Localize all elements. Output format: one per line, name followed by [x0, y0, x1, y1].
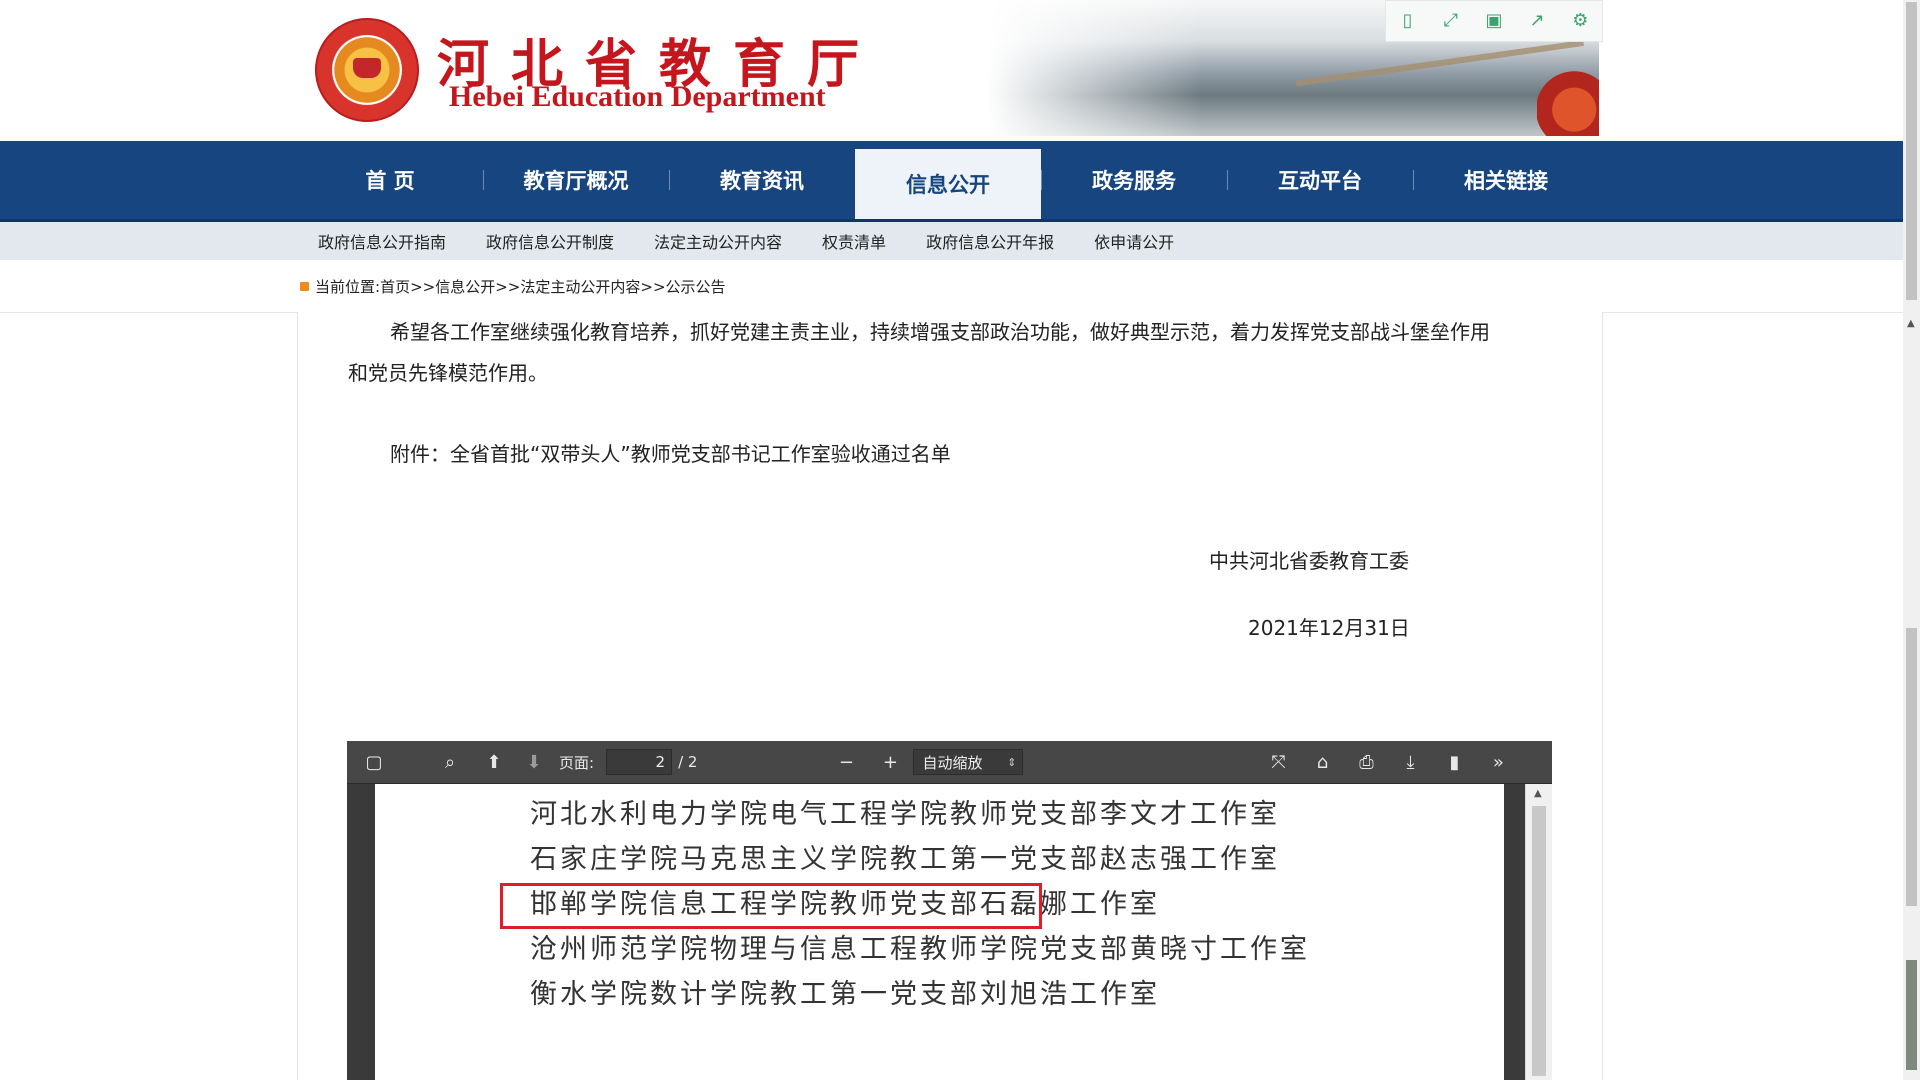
pdf-toolbar: ▢ ⌕ ⬆ ⬇ 页面: / 2 − + 自动缩放 ⤧ ⌂ ⎙ ⤓ ▮ »: [347, 741, 1552, 784]
breadcrumb-separator: >>: [640, 277, 666, 296]
breadcrumb-info-disclosure[interactable]: 信息公开: [435, 276, 495, 297]
breadcrumb-home[interactable]: 首页: [380, 276, 410, 297]
pdf-page: 河北水利电力学院电气工程学院教师党支部李文才工作室 石家庄学院马克思主义学院教工…: [375, 784, 1504, 1080]
previous-page-icon[interactable]: ⬆: [479, 748, 509, 776]
scroll-up-icon[interactable]: ▲: [1534, 788, 1542, 799]
nav-home[interactable]: 首 页: [297, 141, 483, 219]
article-content: 希望各工作室继续强化教育培养，抓好党建主责主业，持续增强支部政治功能，做好典型示…: [297, 312, 1603, 1080]
breadcrumb-statutory[interactable]: 法定主动公开内容: [520, 276, 640, 297]
sidebar-toggle-icon[interactable]: ▢: [359, 748, 389, 776]
article-paragraph-cont: 和党员先锋模范作用。: [348, 353, 1548, 394]
banner-foliage-decoration: [1537, 70, 1599, 136]
subnav-on-request[interactable]: 依申请公开: [1094, 229, 1174, 253]
tablet-icon[interactable]: ▯: [1397, 10, 1419, 32]
share-icon[interactable]: ↗: [1526, 10, 1548, 32]
page-total: / 2: [678, 753, 698, 771]
zoom-value: 自动缩放: [922, 753, 983, 772]
subnav-power-list[interactable]: 权责清单: [822, 229, 886, 253]
next-page-icon[interactable]: ⬇: [519, 748, 549, 776]
accessibility-toolbar: ▯ ⤢ ▣ ↗ ⚙: [1385, 0, 1603, 42]
nav-interaction[interactable]: 互动平台: [1227, 141, 1413, 219]
zoom-in-icon[interactable]: +: [875, 748, 905, 776]
secondary-scroll-thumb[interactable]: [1906, 628, 1917, 906]
nav-info-disclosure[interactable]: 信息公开: [855, 149, 1041, 219]
save-icon[interactable]: ▣: [1483, 10, 1505, 32]
pdf-text-line: 石家庄学院马克思主义学院教工第一党支部赵志强工作室: [530, 844, 1280, 875]
main-nav: 首 页 教育厅概况 教育资讯 信息公开 政务服务 互动平台 相关链接: [0, 141, 1903, 222]
pdf-text-line: 沧州师范学院物理与信息工程教师学院党支部黄晓寸工作室: [530, 934, 1310, 965]
page-label: 页面:: [559, 753, 595, 772]
breadcrumb: 当前位置: 首页 >> 信息公开 >> 法定主动公开内容 >> 公示公告: [300, 276, 726, 297]
sub-nav: 政府信息公开指南 政府信息公开制度 法定主动公开内容 权责清单 政府信息公开年报…: [0, 222, 1903, 260]
article-paragraph: 希望各工作室继续强化教育培养，抓好党建主责主业，持续增强支部政治功能，做好典型示…: [348, 312, 1548, 353]
emblem-icon[interactable]: [315, 18, 419, 122]
page-scrollbar[interactable]: ▲: [1903, 0, 1920, 1080]
print-icon[interactable]: ⎙: [1351, 748, 1381, 776]
red-highlight-box: [500, 883, 1042, 929]
zoom-select[interactable]: 自动缩放: [913, 749, 1024, 775]
pdf-text-line: 衡水学院数计学院教工第一党支部刘旭浩工作室: [530, 979, 1160, 1010]
pdf-scrollbar[interactable]: ▲: [1525, 784, 1552, 1080]
nav-about[interactable]: 教育厅概况: [483, 141, 669, 219]
location-pin-icon: [300, 282, 309, 291]
pdf-scroll-thumb[interactable]: [1532, 806, 1546, 1076]
breadcrumb-separator: >>: [495, 277, 521, 296]
search-icon[interactable]: ⌕: [435, 748, 465, 776]
issuer-signature: 中共河北省委教育工委: [1209, 549, 1409, 573]
fullscreen-icon[interactable]: ⤢: [1440, 10, 1462, 32]
subnav-annual-report[interactable]: 政府信息公开年报: [926, 229, 1054, 253]
page-number-input[interactable]: [606, 749, 673, 775]
download-icon[interactable]: ⤓: [1395, 748, 1425, 776]
issue-date: 2021年12月31日: [1248, 616, 1410, 640]
widget-scroll-thumb[interactable]: [1906, 960, 1917, 1070]
presentation-mode-icon[interactable]: ⤧: [1263, 748, 1293, 776]
zoom-out-icon[interactable]: −: [831, 748, 861, 776]
bookmark-icon[interactable]: ▮: [1439, 748, 1469, 776]
settings-icon[interactable]: ⚙: [1569, 10, 1591, 32]
page-scroll-thumb[interactable]: [1906, 2, 1917, 300]
paragraph-line-2: 和党员先锋模范作用。: [348, 361, 548, 385]
subnav-statutory[interactable]: 法定主动公开内容: [654, 229, 782, 253]
scroll-up-icon[interactable]: ▲: [1907, 318, 1915, 329]
breadcrumb-label: 当前位置:: [315, 278, 381, 296]
nav-links[interactable]: 相关链接: [1413, 141, 1599, 219]
nav-gov-services[interactable]: 政务服务: [1041, 141, 1227, 219]
open-file-icon[interactable]: ⌂: [1307, 748, 1337, 776]
paragraph-line-1: 希望各工作室继续强化教育培养，抓好党建主责主业，持续增强支部政治功能，做好典型示…: [390, 320, 1490, 344]
site-title-en: Hebei Education Department: [449, 80, 826, 113]
attachment-line[interactable]: 附件：全省首批“双带头人”教师党支部书记工作室验收通过名单: [348, 434, 1548, 475]
subnav-guide[interactable]: 政府信息公开指南: [318, 229, 446, 253]
pdf-viewer: ▢ ⌕ ⬆ ⬇ 页面: / 2 − + 自动缩放 ⤧ ⌂ ⎙ ⤓ ▮ » 河北水…: [347, 741, 1552, 1080]
breadcrumb-notice[interactable]: 公示公告: [666, 276, 726, 297]
nav-news[interactable]: 教育资讯: [669, 141, 855, 219]
pdf-text-line: 河北水利电力学院电气工程学院教师党支部李文才工作室: [530, 799, 1280, 830]
breadcrumb-bar: 当前位置: 首页 >> 信息公开 >> 法定主动公开内容 >> 公示公告: [0, 260, 1903, 313]
subnav-system[interactable]: 政府信息公开制度: [486, 229, 614, 253]
more-tools-icon[interactable]: »: [1483, 748, 1513, 776]
breadcrumb-separator: >>: [410, 277, 436, 296]
